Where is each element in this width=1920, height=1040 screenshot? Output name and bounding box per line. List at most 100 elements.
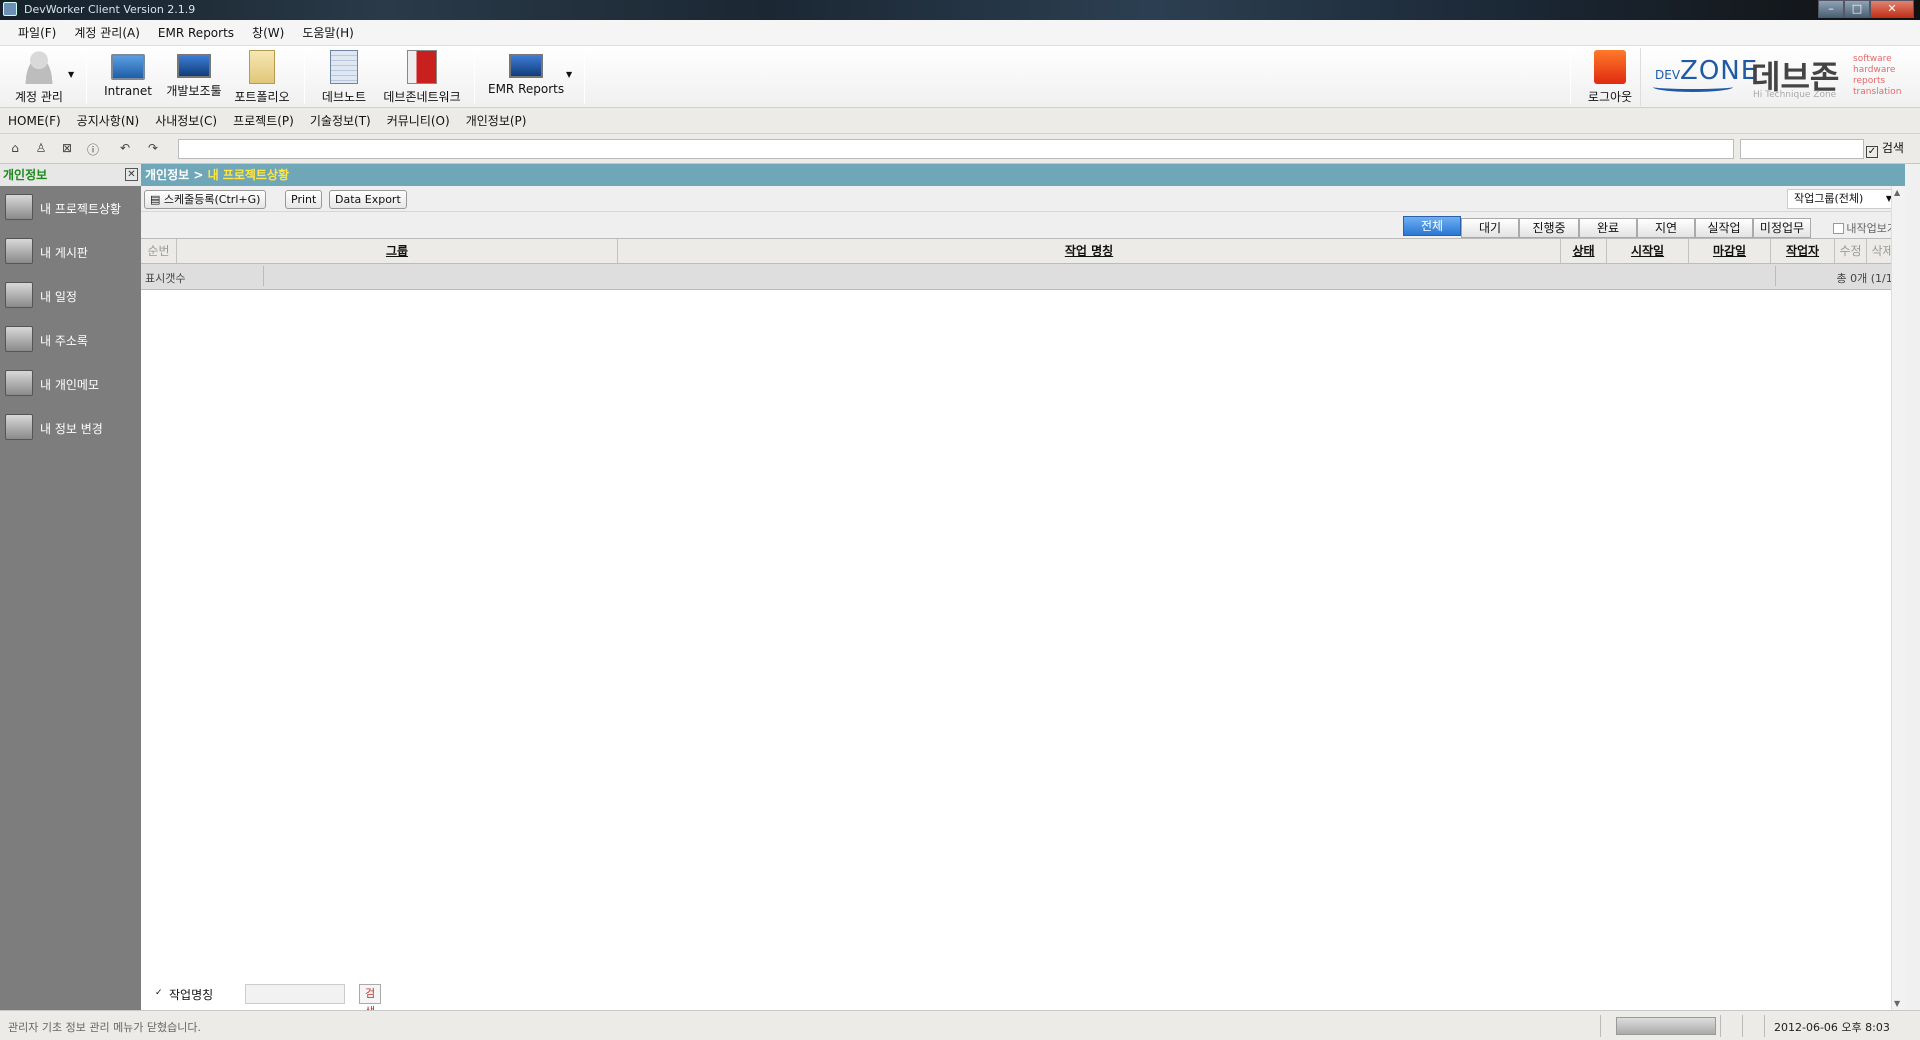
work-group-select[interactable]: 작업그룹(전체) ▼ [1787, 189, 1897, 209]
table-header: 순번 그룹 작업 명칭 상태 시작일 마감일 작업자 수정 삭제 [141, 238, 1905, 264]
tab-delayed[interactable]: 지연 [1637, 218, 1695, 238]
check-icon: ✓ [1866, 146, 1878, 158]
dev-tools-button[interactable]: 개발보조툴 [164, 48, 224, 106]
left-item-schedule[interactable]: 내 일정 [0, 274, 141, 318]
nav-community[interactable]: 커뮤니티(O) [387, 112, 450, 129]
menu-window[interactable]: 창(W) [252, 24, 284, 41]
minimize-button[interactable]: – [1818, 0, 1844, 18]
main-content: 개인정보 > 내 프로젝트상황 ▤ 스케줄등록(Ctrl+G) Print Da… [141, 164, 1905, 1018]
scroll-up-icon[interactable]: ▲ [1894, 188, 1900, 197]
tab-in-progress[interactable]: 진행중 [1519, 218, 1579, 238]
memo-icon [5, 370, 33, 396]
count-row: 표시갯수 총 0개 (1/1) [141, 264, 1905, 290]
logout-button[interactable]: 로그아웃 [1580, 48, 1640, 106]
info-icon[interactable]: ⓘ [84, 141, 102, 157]
print-button[interactable]: Print [285, 190, 323, 209]
task-search-button[interactable]: 검색 [359, 984, 382, 1018]
col-status[interactable]: 상태 [1561, 239, 1607, 263]
intranet-button[interactable]: Intranet [100, 48, 156, 106]
left-item-memo[interactable]: 내 개인메모 [0, 362, 141, 406]
nav-project[interactable]: 프로젝트(P) [233, 112, 294, 129]
tab-done[interactable]: 완료 [1579, 218, 1637, 238]
status-datetime: 2012-06-06 오후 8:03 [1774, 1021, 1890, 1034]
vertical-scrollbar[interactable]: ▲ ▼ [1891, 186, 1905, 1010]
maximize-button[interactable]: □ [1844, 0, 1870, 18]
address-input[interactable] [178, 139, 1734, 159]
close-panel-icon[interactable]: ✕ [125, 168, 138, 181]
tab-all[interactable]: 전체 [1403, 216, 1461, 236]
schedule-icon: ▤ [150, 193, 161, 206]
toolbar: 계정 관리 ▼ Intranet 개발보조툴 포트폴리오 데브노트 데브존네트워… [0, 46, 1920, 108]
devzone-network-button[interactable]: 데브존네트워크 [380, 48, 464, 106]
task-name-search-input[interactable] [245, 984, 345, 1004]
close-button[interactable]: ✕ [1870, 0, 1914, 18]
computer-icon [177, 54, 211, 78]
nav-company[interactable]: 사내정보(C) [155, 112, 217, 129]
monitor-icon [111, 54, 145, 80]
bottom-search: ✓ 작업명칭 검색 [155, 984, 382, 1018]
tab-actual-work[interactable]: 실작업 [1695, 218, 1753, 238]
left-item-project-status[interactable]: 내 프로젝트상황 [0, 186, 141, 230]
tab-undetermined[interactable]: 미정업무 [1753, 218, 1811, 238]
app-icon [3, 2, 17, 16]
breadcrumb: 개인정보 > 내 프로젝트상황 [141, 164, 1905, 186]
count-label: 표시갯수 [145, 272, 186, 285]
calendar-icon [330, 50, 358, 84]
data-export-button[interactable]: Data Export [329, 190, 407, 209]
left-item-edit-profile[interactable]: 내 정보 변경 [0, 406, 141, 450]
devzone-logo: DEVZONE 데브존 Hi Technique Zone software h… [1640, 48, 1910, 106]
col-group[interactable]: 그룹 [177, 239, 618, 263]
col-worker[interactable]: 작업자 [1771, 239, 1835, 263]
left-panel-header: 개인정보 ✕ [0, 164, 141, 186]
menu-bar: 파일(F) 계정 관리(A) EMR Reports 창(W) 도움말(H) [0, 20, 1920, 46]
back-icon[interactable]: ↶ [116, 141, 134, 157]
address-bar: ⌂ ♙ ⊠ ⓘ ↶ ↷ ✓ 검색 [0, 134, 1920, 164]
left-item-address-book[interactable]: 내 주소록 [0, 318, 141, 362]
close-tab-icon[interactable]: ⊠ [58, 141, 76, 157]
profile-icon [5, 414, 33, 440]
action-row: ▤ 스케줄등록(Ctrl+G) Print Data Export 작업그룹(전… [141, 186, 1905, 212]
tab-waiting[interactable]: 대기 [1461, 218, 1519, 238]
home-icon[interactable]: ⌂ [6, 141, 24, 157]
left-item-board[interactable]: 내 게시판 [0, 230, 141, 274]
account-dropdown-icon[interactable]: ▼ [68, 70, 74, 79]
filter-tabs: 전체 대기 진행중 완료 지연 실작업 미정업무 내작업보기 [141, 212, 1905, 238]
devnote-button[interactable]: 데브노트 [316, 48, 372, 106]
scroll-down-icon[interactable]: ▼ [1894, 999, 1900, 1008]
users-icon[interactable]: ♙ [32, 141, 50, 157]
status-message: 관리자 기초 정보 관리 메뉴가 닫혔습니다. [8, 1021, 202, 1034]
col-seq[interactable]: 순번 [141, 239, 177, 263]
board-icon [5, 238, 33, 264]
col-due-date[interactable]: 마감일 [1689, 239, 1771, 263]
emr-reports-button[interactable]: EMR Reports [488, 48, 564, 106]
logout-icon [1594, 50, 1626, 84]
progress-bar [1616, 1017, 1716, 1035]
my-work-toggle[interactable]: 내작업보기 [1833, 220, 1897, 236]
menu-file[interactable]: 파일(F) [18, 24, 56, 41]
task-name-checkbox[interactable]: ✓ [155, 989, 165, 999]
forward-icon[interactable]: ↷ [144, 141, 162, 157]
book-icon [407, 50, 437, 84]
portfolio-button[interactable]: 포트폴리오 [232, 48, 292, 106]
nav-tech[interactable]: 기술정보(T) [310, 112, 371, 129]
nav-notice[interactable]: 공지사항(N) [77, 112, 140, 129]
account-button[interactable]: 계정 관리 [10, 48, 68, 106]
menu-help[interactable]: 도움말(H) [302, 24, 354, 41]
emr-dropdown-icon[interactable]: ▼ [566, 70, 572, 79]
checkbox-icon [1833, 223, 1845, 234]
search-button[interactable]: ✓ 검색 [1866, 139, 1904, 159]
calendar-icon [5, 282, 33, 308]
col-edit: 수정 [1835, 239, 1867, 263]
col-start-date[interactable]: 시작일 [1607, 239, 1689, 263]
search-input[interactable] [1740, 139, 1864, 159]
nav-home[interactable]: HOME(F) [8, 114, 61, 128]
report-monitor-icon [509, 54, 543, 78]
menu-account[interactable]: 계정 관리(A) [74, 24, 140, 41]
nav-bar: HOME(F) 공지사항(N) 사내정보(C) 프로젝트(P) 기술정보(T) … [0, 108, 1920, 134]
nav-personal[interactable]: 개인정보(P) [466, 112, 527, 129]
col-task-name[interactable]: 작업 명칭 [618, 239, 1561, 263]
menu-emr-reports[interactable]: EMR Reports [158, 26, 234, 40]
schedule-register-button[interactable]: ▤ 스케줄등록(Ctrl+G) [144, 190, 267, 209]
title-bar: DevWorker Client Version 2.1.9 – □ ✕ [0, 0, 1920, 20]
left-panel: 개인정보 ✕ 내 프로젝트상황 내 게시판 내 일정 내 주소록 내 개인메모 … [0, 164, 141, 1010]
